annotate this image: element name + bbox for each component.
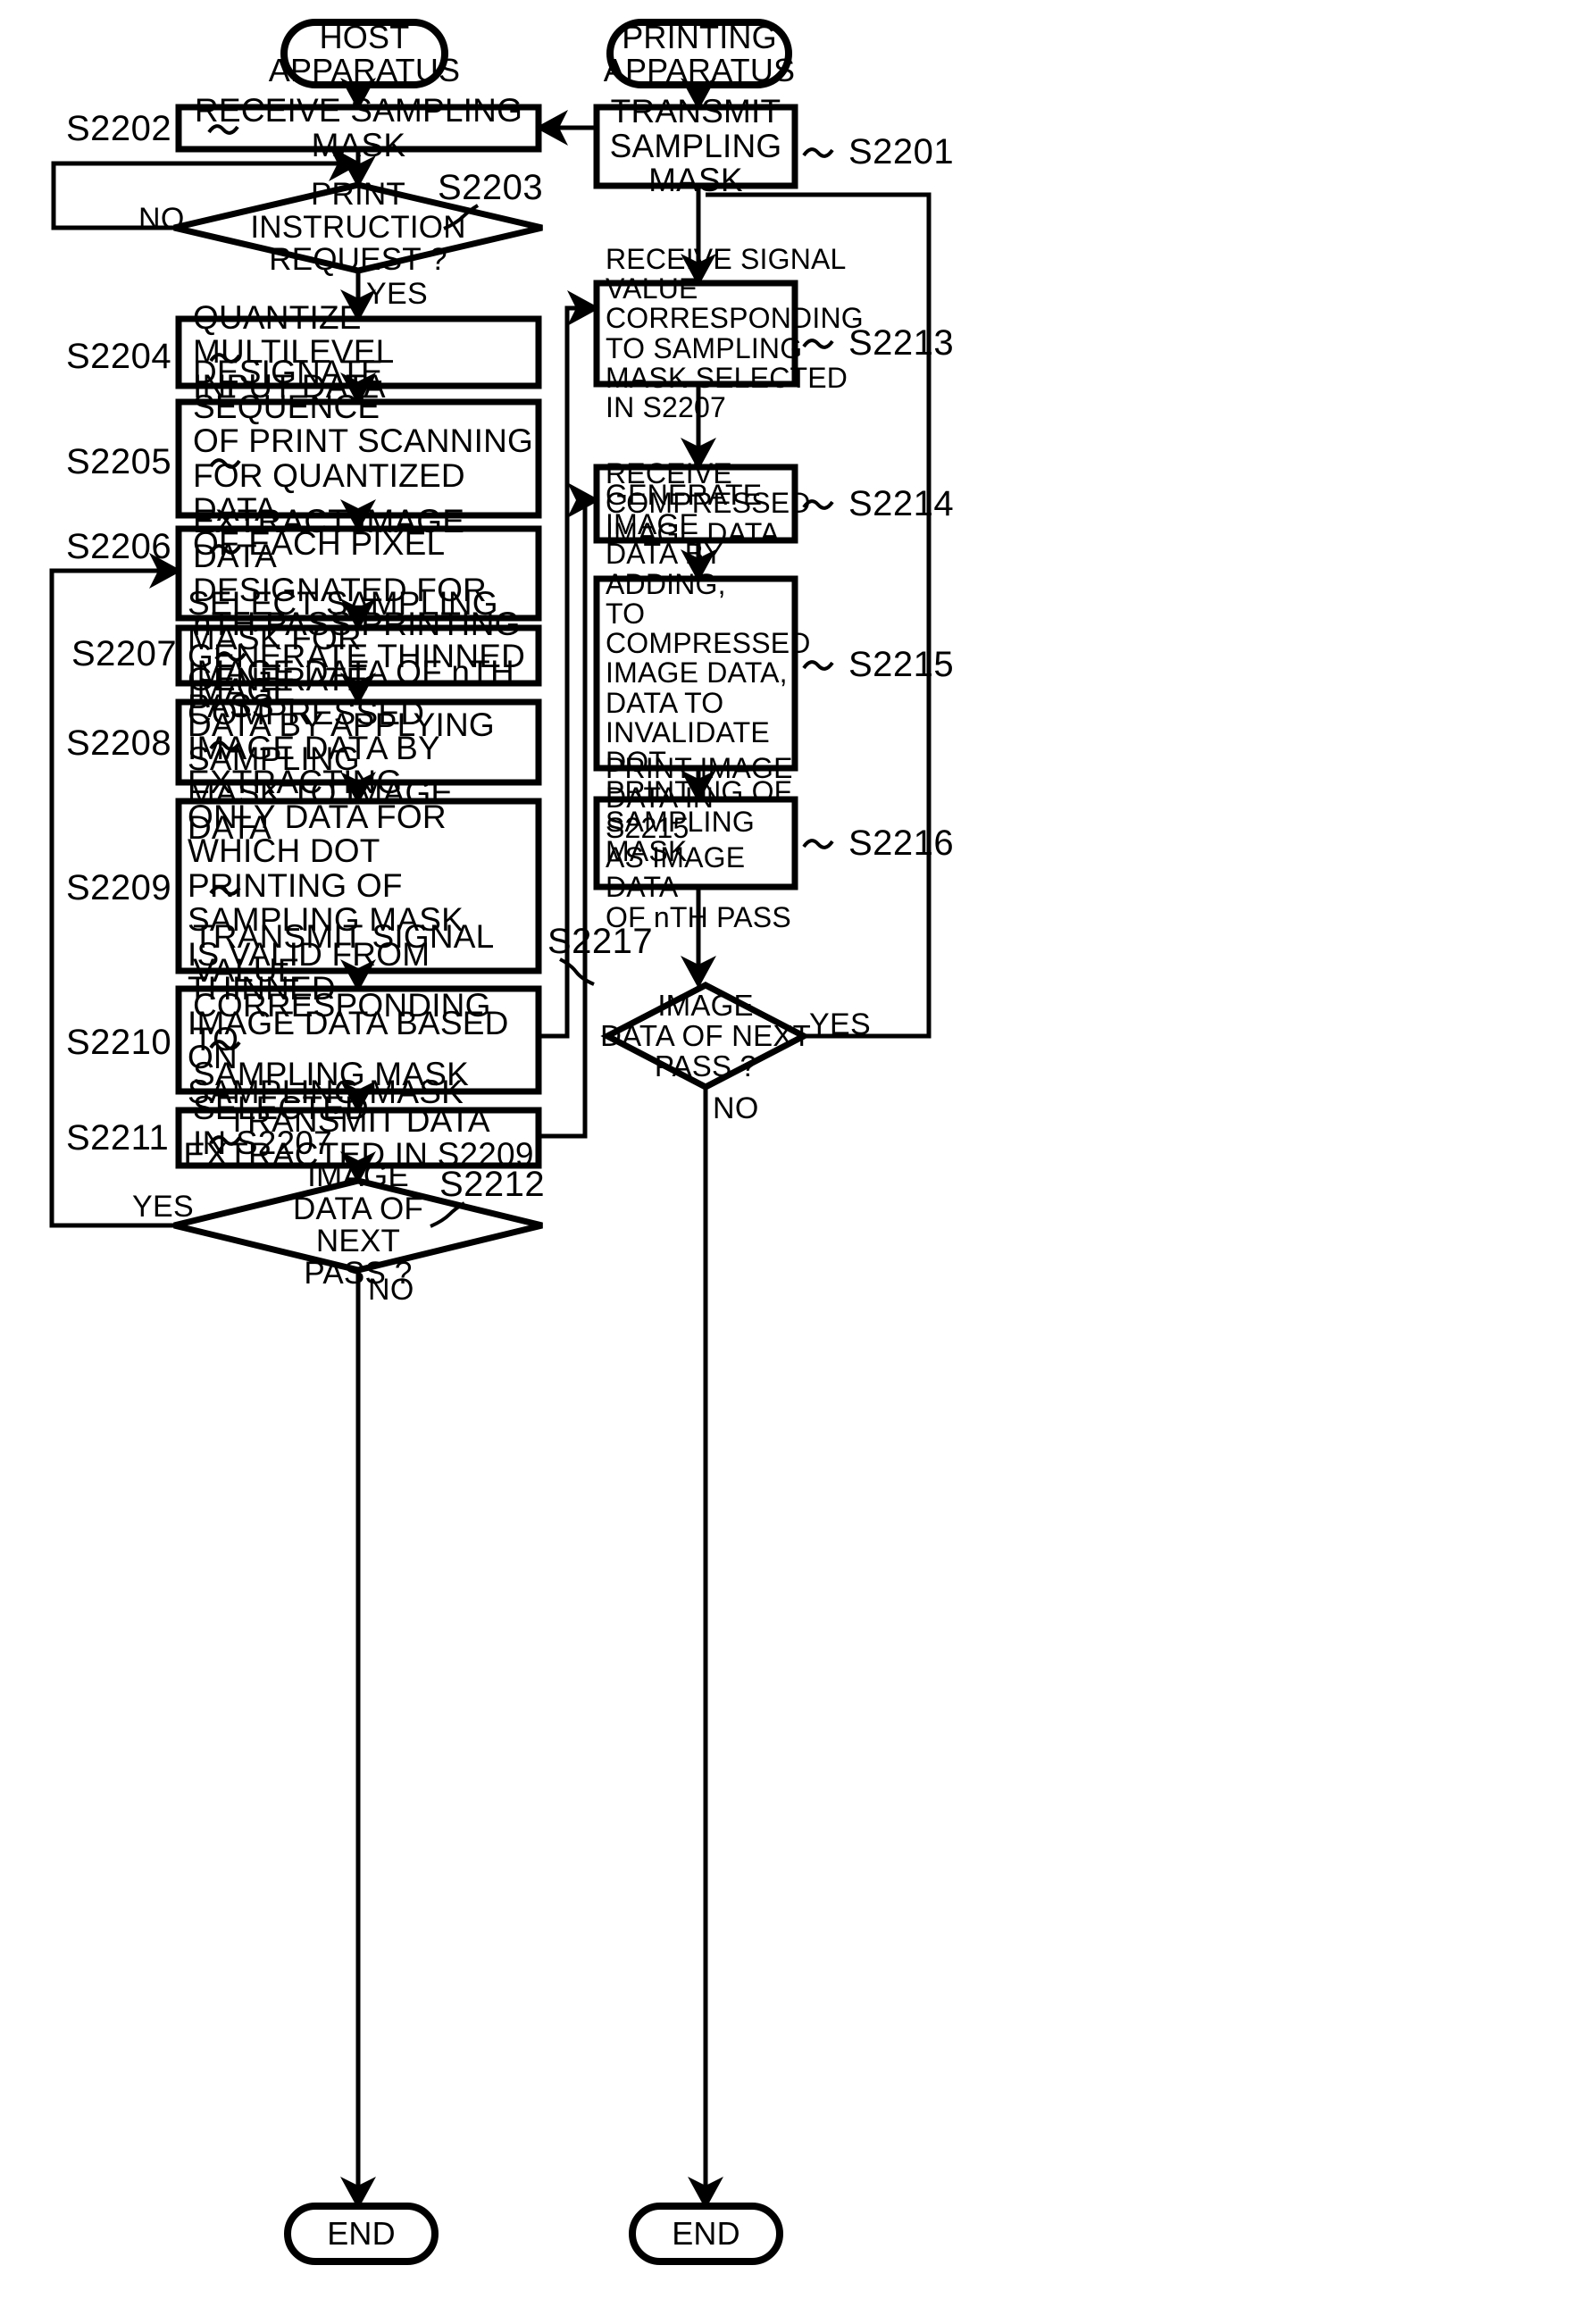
leader-s2203: [443, 204, 480, 230]
box-s2215-label: GENERATE IMAGE DATA BY ADDING, TO COMPRE…: [606, 478, 811, 867]
leader-s2212: [430, 1201, 466, 1228]
step-ref-s2206: S2206: [66, 527, 172, 566]
step-ref-s2217: S2217: [547, 922, 654, 961]
leader-s2209: [209, 885, 241, 896]
step-ref-s2204: S2204: [66, 337, 172, 376]
edge-label-s2217-no: NO: [713, 1091, 759, 1125]
step-ref-s2211: S2211: [66, 1118, 170, 1158]
terminator-printer-end-label: END: [672, 2215, 740, 2253]
step-ref-s2213: S2213: [848, 323, 955, 363]
leader-s2204: [209, 353, 241, 364]
diamond-s2203-label: PRINT INSTRUCTION REQUEST ?: [250, 177, 466, 278]
step-ref-s2214: S2214: [848, 484, 955, 523]
leader-s2202: [207, 124, 239, 135]
leader-s2210: [209, 1040, 241, 1050]
leader-s2217: [559, 957, 595, 986]
step-ref-s2207: S2207: [71, 634, 178, 673]
leader-s2216: [802, 839, 834, 849]
diamond-s2217-label: IMAGE DATA OF NEXT PASS ?: [600, 988, 811, 1083]
leader-s2208: [209, 740, 241, 751]
step-ref-s2205: S2205: [66, 442, 172, 481]
leader-s2215: [802, 660, 834, 671]
edge-label-s2203-no: NO: [138, 202, 185, 236]
step-ref-s2216: S2216: [848, 823, 955, 863]
step-ref-s2208: S2208: [66, 723, 172, 763]
box-s2216-label: PRINT IMAGE DATA IN S2215 AS IMAGE DATA …: [606, 752, 793, 933]
leader-s2214: [802, 499, 834, 510]
box-s2201-label: TRANSMIT SAMPLING MASK: [609, 93, 782, 199]
step-ref-s2202: S2202: [66, 109, 172, 148]
box-s2213-label: RECEIVE SIGNAL VALUE CORRESPONDING TO SA…: [606, 242, 864, 424]
step-ref-s2209: S2209: [66, 868, 172, 907]
edge-label-s2212-yes: YES: [132, 1190, 194, 1224]
edge-label-s2203-yes: YES: [366, 277, 428, 311]
leader-s2201: [802, 147, 834, 158]
step-ref-s2201: S2201: [848, 132, 955, 171]
edge-label-s2212-no: NO: [368, 1273, 414, 1307]
step-ref-s2212: S2212: [439, 1165, 546, 1204]
terminator-host-end-label: END: [327, 2215, 396, 2253]
leader-s2207: [214, 651, 247, 662]
leader-s2205: [209, 458, 241, 469]
terminator-host-start-label: HOST APPARATUS: [268, 18, 461, 88]
step-ref-s2203: S2203: [438, 168, 544, 207]
terminator-printer-start-label: PRINTING APPARATUS: [603, 18, 796, 88]
leader-s2213: [802, 339, 834, 349]
leader-s2206: [209, 544, 241, 555]
flowchart-canvas: HOST APPARATUS PRINTING APPARATUS END EN…: [0, 0, 1596, 2299]
step-ref-s2215: S2215: [848, 645, 955, 684]
leader-s2211: [209, 1135, 241, 1146]
step-ref-s2210: S2210: [66, 1023, 172, 1062]
edge-label-s2217-yes: YES: [809, 1007, 871, 1041]
